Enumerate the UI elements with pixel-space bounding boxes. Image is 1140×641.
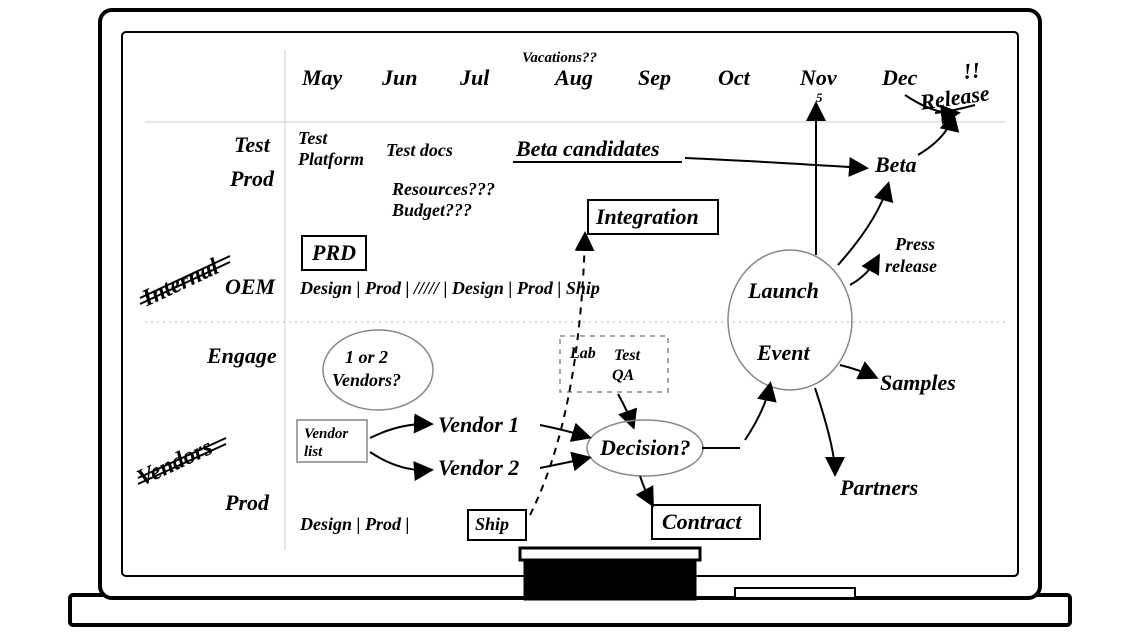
month-jul: Jul <box>459 65 490 90</box>
one-or-two-2: Vendors? <box>332 370 401 390</box>
one-or-two-1: 1 or 2 <box>345 347 388 367</box>
row-engage: Engage <box>206 343 277 368</box>
row-test: Test <box>234 132 271 157</box>
lab: Lab <box>569 345 596 362</box>
event-label: Event <box>756 340 810 365</box>
oem-seq: Design | Prod | ///// | Design | Prod | … <box>299 278 600 298</box>
launch-label: Launch <box>747 278 819 303</box>
prod2-seq: Design | Prod | <box>299 514 409 534</box>
ship-label: Ship <box>475 514 509 534</box>
vacations-note: Vacations?? <box>522 50 597 66</box>
testqa-1: Test <box>614 347 641 364</box>
whiteboard-svg: May Jun Jul Aug Vacations?? Sep Oct Nov … <box>0 0 1140 641</box>
row-prod2: Prod <box>224 490 270 515</box>
test-platform-1: Test <box>298 128 328 148</box>
month-nov: Nov <box>799 65 837 90</box>
test-platform-2: Platform <box>297 149 364 169</box>
row-prod1: Prod <box>229 166 275 191</box>
prd-label: PRD <box>311 240 356 265</box>
vendor-list-2: list <box>304 444 323 460</box>
testqa-2: QA <box>612 367 635 384</box>
row-oem: OEM <box>225 274 277 299</box>
vendor1: Vendor 1 <box>438 412 519 437</box>
decision-label: Decision? <box>599 435 690 460</box>
month-dec: Dec <box>881 65 918 90</box>
eraser <box>525 555 695 599</box>
vendor2: Vendor 2 <box>438 455 519 480</box>
month-aug: Aug <box>553 65 593 90</box>
month-may: May <box>301 65 343 90</box>
beta-label: Beta <box>874 152 917 177</box>
partners-label: Partners <box>839 475 918 500</box>
nov-5: 5 <box>816 90 823 105</box>
eraser-top <box>520 548 700 560</box>
whiteboard-diagram: May Jun Jul Aug Vacations?? Sep Oct Nov … <box>0 0 1140 641</box>
samples-label: Samples <box>880 370 956 395</box>
budget: Budget??? <box>391 200 472 220</box>
beta-candidates: Beta candidates <box>515 136 660 161</box>
resources: Resources??? <box>391 179 495 199</box>
contract-label: Contract <box>662 509 742 534</box>
press-1: Press <box>894 234 935 254</box>
bang: !! <box>962 57 982 84</box>
test-docs: Test docs <box>386 140 453 160</box>
month-oct: Oct <box>718 65 751 90</box>
month-sep: Sep <box>638 65 671 90</box>
marker <box>735 588 855 598</box>
integration-label: Integration <box>595 204 699 229</box>
press-2: release <box>885 256 937 276</box>
month-jun: Jun <box>381 65 417 90</box>
vendor-list-1: Vendor <box>304 426 348 442</box>
